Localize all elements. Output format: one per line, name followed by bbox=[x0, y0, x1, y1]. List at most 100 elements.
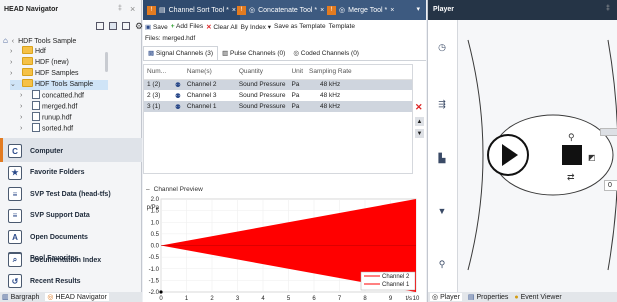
filter-icon[interactable]: ▼ bbox=[430, 200, 454, 222]
location-icon[interactable]: ⚲ bbox=[430, 253, 454, 275]
computer-icon: C bbox=[8, 144, 22, 158]
x-tick-label: 3 bbox=[236, 296, 240, 302]
tab-bargraph[interactable]: ▥ Bargraph bbox=[2, 293, 39, 301]
record-icon[interactable]: ⚲ bbox=[568, 132, 575, 142]
editor-pane: ! ▤ Channel Sort Tool * × ! ◎ Concatenate Too… bbox=[143, 0, 426, 302]
coded-icon: ◎ bbox=[293, 50, 299, 57]
nav-svp-support-data[interactable]: ≡ SVP Support Data bbox=[2, 205, 140, 227]
player-title: Player bbox=[433, 6, 455, 13]
pin-icon[interactable]: ‡ bbox=[118, 5, 122, 12]
tab-overflow-icon[interactable]: ▾ bbox=[416, 5, 420, 13]
navigator-toolbar: ⚙ bbox=[96, 22, 143, 31]
tree-item-concatted[interactable]: › concatted.hdf bbox=[20, 90, 84, 101]
tree-item-hdf-samples[interactable]: › HDF Samples bbox=[10, 68, 79, 79]
transport-controls: ⚲ ⇄ ◩ bbox=[467, 39, 617, 271]
tab-label: Properties bbox=[476, 294, 509, 301]
player-pane: Player ‡ ◷ ⇶ ▙ ▼ ⚲ ⚲ ⇄ ◩ 0 ◎ Player ▤ Pr… bbox=[427, 0, 617, 302]
x-tick-label: 6 bbox=[312, 296, 316, 302]
nav-favorite-folders[interactable]: ★ Favorite Folders bbox=[2, 162, 140, 184]
channels-icon[interactable]: ⇶ bbox=[430, 93, 454, 115]
dial-icon[interactable]: ◷ bbox=[430, 36, 454, 58]
tab-head-navigator[interactable]: ◎ HEAD Navigator bbox=[45, 293, 109, 301]
tab-event-viewer[interactable]: ● Event Viewer bbox=[514, 294, 561, 301]
level-slider[interactable] bbox=[600, 128, 617, 136]
cell-name: Channel 3 bbox=[186, 92, 217, 99]
remove-channel-button[interactable]: ✕ bbox=[415, 102, 423, 113]
tree-label: Hdf bbox=[34, 48, 46, 55]
view-icon[interactable] bbox=[109, 22, 117, 30]
folder-icon bbox=[22, 68, 33, 77]
properties-icon: ▤ bbox=[467, 294, 475, 301]
nav-recent-results[interactable]: ↺ Recent Results bbox=[2, 270, 140, 292]
subtab-coded-channels[interactable]: ◎ Coded Channels (0) bbox=[289, 47, 363, 60]
nav-open-documents[interactable]: A Open Documents bbox=[2, 226, 140, 248]
mute-icon[interactable]: ◩ bbox=[588, 153, 596, 162]
col-num[interactable]: Num... bbox=[144, 65, 172, 79]
nav-documentation-index[interactable]: ⌕ Documentation Index bbox=[2, 249, 140, 271]
file-icon bbox=[32, 90, 40, 99]
col-rate[interactable]: Sampling Rate bbox=[306, 65, 412, 79]
y-tick-label: 0.5 bbox=[151, 232, 160, 238]
tree-scrollbar[interactable] bbox=[105, 52, 108, 72]
move-down-button[interactable]: ▼ bbox=[415, 129, 424, 138]
clear-all-button[interactable]: ✕ Clear All bbox=[206, 23, 237, 31]
delete-icon: ✕ bbox=[206, 23, 212, 31]
nav-label: Favorite Folders bbox=[30, 169, 85, 176]
tab-merge[interactable]: ! ◎ Merge Tool * × bbox=[323, 0, 398, 20]
stop-button[interactable] bbox=[562, 145, 582, 165]
tab-concatenate[interactable]: ! ◎ Concatenate Tool * × bbox=[233, 0, 328, 20]
table-row[interactable]: 3 (1) ⚉ Channel 1 Sound Pressure Pa 48 k… bbox=[144, 101, 412, 112]
subtab-label: Pulse Channels (0) bbox=[230, 50, 286, 57]
grid-icon[interactable] bbox=[122, 22, 130, 30]
file-icon bbox=[32, 101, 40, 110]
origin-marker bbox=[159, 290, 163, 294]
tab-player[interactable]: ◎ Player bbox=[430, 293, 462, 301]
save-button[interactable]: ▣ Save bbox=[145, 23, 168, 31]
cell-unit: Pa bbox=[291, 81, 300, 89]
move-up-button[interactable]: ▲ bbox=[415, 117, 424, 126]
signal-icon: ▩ bbox=[148, 50, 155, 57]
template-button[interactable]: Template bbox=[329, 23, 355, 30]
loop-icon[interactable]: ⇄ bbox=[567, 172, 575, 182]
x-tick-label: 2 bbox=[210, 296, 214, 302]
nav-svp-test-data[interactable]: ≡ SVP Test Data (head-tfs) bbox=[2, 183, 140, 205]
col-name[interactable]: Name(s) bbox=[184, 65, 236, 79]
settings-icon[interactable]: ⚙ bbox=[135, 22, 143, 31]
level-value-field[interactable]: 0 bbox=[604, 180, 617, 191]
tree-item-merged[interactable]: › merged.hdf bbox=[20, 101, 77, 112]
table-row[interactable]: 1 (2) ⚉ Channel 2 Sound Pressure Pa 48 k… bbox=[144, 79, 412, 90]
collapse-icon[interactable] bbox=[96, 22, 104, 30]
collapse-icon[interactable]: – bbox=[146, 186, 150, 193]
save-as-template-button[interactable]: Save as Template bbox=[274, 23, 326, 30]
by-index-dropdown[interactable]: By Index ▾ bbox=[241, 23, 271, 31]
toolbar: ▣ Save + Add Files ✕ Clear All By Index … bbox=[143, 21, 426, 32]
tree-item-hdf-new[interactable]: › HDF (new) bbox=[10, 57, 69, 68]
root-folder-row[interactable]: ⌂ ‹ HDF Tools Sample bbox=[3, 36, 76, 46]
add-files-button[interactable]: + Add Files bbox=[171, 23, 203, 30]
device-icon[interactable]: ▙ bbox=[430, 147, 454, 169]
chevron-left-icon[interactable]: ‹ bbox=[12, 38, 14, 45]
tab-channel-sort[interactable]: ! ▤ Channel Sort Tool * × bbox=[143, 0, 240, 20]
preview-header[interactable]: – Channel Preview bbox=[143, 184, 426, 195]
player-icon: ◎ bbox=[432, 294, 439, 301]
chevron-right-icon: › bbox=[10, 70, 13, 77]
tree-item-hdf[interactable]: › Hdf bbox=[10, 46, 46, 57]
left-bottom-tabs: ▥ Bargraph ◎ HEAD Navigator bbox=[0, 292, 142, 302]
subtab-pulse-channels[interactable]: ▥ Pulse Channels (0) bbox=[218, 47, 289, 60]
channel-subtabs: ▩ Signal Channels (3) ▥ Pulse Channels (… bbox=[143, 46, 426, 61]
tab-properties[interactable]: ▤ Properties bbox=[468, 293, 508, 301]
table-row[interactable]: 2 (3) ⚉ Channel 3 Sound Pressure Pa 48 k… bbox=[144, 90, 412, 101]
col-unit[interactable]: Unit bbox=[288, 65, 306, 79]
col-quantity[interactable]: Quantity bbox=[236, 65, 289, 79]
x-tick-label: 8 bbox=[363, 296, 367, 302]
tree-item-sorted[interactable]: › sorted.hdf bbox=[20, 123, 73, 134]
channel-icon: ⚉ bbox=[175, 81, 181, 89]
tree-item-hdf-tools-sample[interactable]: ⌄ HDF Tools Sample bbox=[10, 79, 108, 90]
subtab-signal-channels[interactable]: ▩ Signal Channels (3) bbox=[143, 46, 219, 60]
channel-preview-chart: 2.01.51.00.50.0-0.5-1.0-1.5-2.00 1 2 3 4 5 6 7 8… bbox=[147, 197, 420, 302]
tree-item-runup[interactable]: › runup.hdf bbox=[20, 112, 72, 123]
close-icon[interactable]: × bbox=[390, 7, 394, 14]
nav-computer[interactable]: C Computer bbox=[2, 140, 140, 162]
close-icon[interactable]: × bbox=[130, 4, 135, 14]
pin-icon[interactable]: ‡ bbox=[606, 5, 610, 12]
